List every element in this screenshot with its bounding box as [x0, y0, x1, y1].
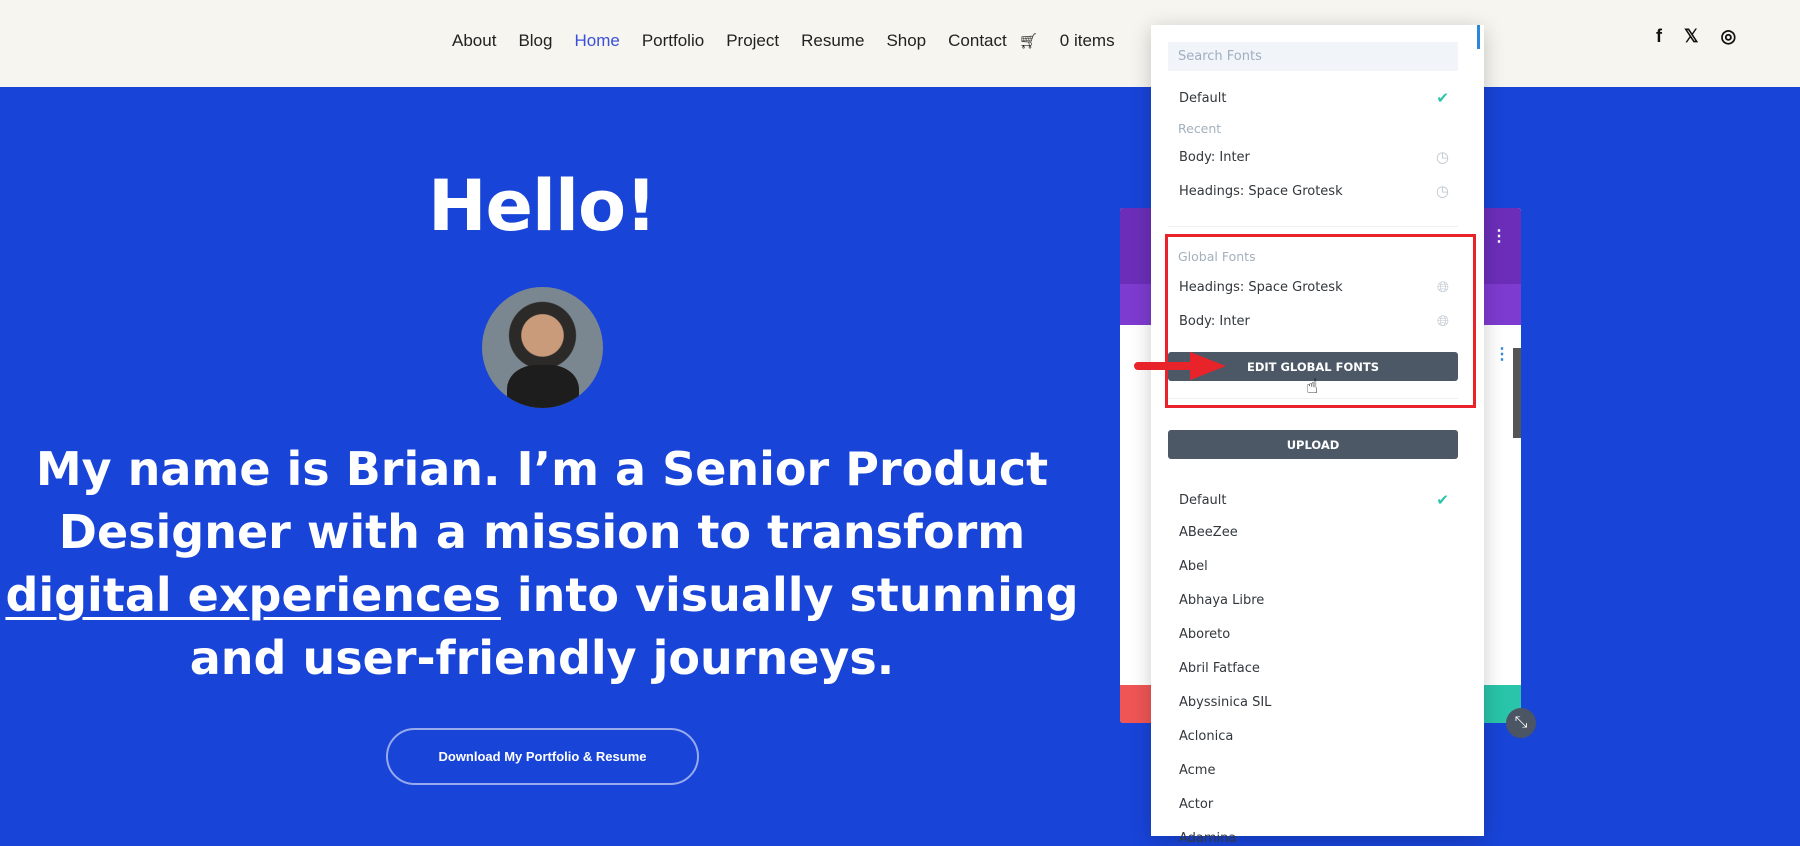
cart-link[interactable]: 🛒︎ 0 items	[1019, 31, 1137, 51]
hero-line: digital experiences into visually stunni…	[0, 564, 1084, 627]
red-arrow-annotation	[1134, 352, 1226, 380]
nav-home[interactable]: Home	[574, 31, 619, 51]
font-option-default[interactable]: Default ✔	[1179, 89, 1449, 107]
font-label: Acme	[1179, 763, 1216, 778]
clock-icon: ◷	[1435, 182, 1449, 200]
resize-icon[interactable]: ⤡	[1506, 708, 1536, 738]
font-option[interactable]: Aclonica	[1179, 729, 1449, 744]
check-icon: ✔	[1436, 89, 1449, 107]
font-dropdown: Default ✔ Recent Body: Inter ◷ Headings: S…	[1151, 25, 1484, 846]
facebook-icon[interactable]: f	[1656, 26, 1662, 47]
hero-line: Designer with a mission to transform	[58, 505, 1026, 559]
font-option[interactable]: Adamina	[1179, 831, 1449, 846]
font-label: Default	[1179, 492, 1227, 508]
font-option[interactable]: Abhaya Libre	[1179, 593, 1449, 608]
font-option[interactable]: Acme	[1179, 763, 1449, 778]
font-label: Headings: Space Grotesk	[1179, 183, 1343, 199]
font-label: Aboreto	[1179, 627, 1231, 642]
recent-font[interactable]: Headings: Space Grotesk ◷	[1179, 182, 1449, 200]
nav-resume[interactable]: Resume	[801, 31, 864, 51]
highlight-box	[1165, 234, 1476, 408]
font-label: Aclonica	[1179, 729, 1234, 744]
digital-experiences-link[interactable]: digital experiences	[5, 568, 500, 622]
scrollbar[interactable]	[1477, 25, 1480, 49]
nav-contact[interactable]: Contact	[948, 31, 1007, 51]
instagram-icon[interactable]: ◎	[1721, 26, 1737, 47]
nav-blog[interactable]: Blog	[518, 31, 552, 51]
font-label: Actor	[1179, 797, 1214, 812]
hand-cursor-icon: ☝︎	[1306, 376, 1319, 398]
cart-icon: 🛒︎	[1018, 32, 1038, 50]
search-fonts-input[interactable]	[1168, 42, 1458, 71]
upload-button[interactable]: UPLOAD	[1168, 430, 1458, 459]
download-portfolio-button[interactable]: Download My Portfolio & Resume	[386, 728, 699, 785]
font-label: Abril Fatface	[1179, 661, 1260, 676]
more-options-icon[interactable]: ⋮	[1494, 344, 1510, 364]
recent-label: Recent	[1178, 121, 1222, 136]
x-icon[interactable]: 𝕏	[1684, 26, 1699, 47]
scrollbar[interactable]	[1513, 348, 1521, 438]
font-label: Abyssinica SIL	[1179, 695, 1272, 710]
font-label: Body: Inter	[1179, 149, 1250, 165]
hero-line-rest: into visually stunning	[500, 568, 1079, 622]
nav-portfolio[interactable]: Portfolio	[642, 31, 704, 51]
cart-count: 0 items	[1059, 30, 1115, 50]
avatar	[482, 287, 603, 408]
check-icon: ✔	[1436, 491, 1449, 509]
hero-text: My name is Brian. I’m a Senior Product D…	[0, 438, 1084, 690]
font-option[interactable]: Abyssinica SIL	[1179, 695, 1449, 710]
hero-title: Hello!	[427, 165, 657, 247]
font-option[interactable]: Abril Fatface	[1179, 661, 1449, 676]
font-option[interactable]: Aboreto	[1179, 627, 1449, 642]
site-header: About Blog Home Portfolio Project Resume…	[0, 0, 1800, 87]
hero-line: and user-friendly journeys.	[189, 631, 895, 685]
hero-line: My name is Brian. I’m a Senior Product	[35, 442, 1049, 496]
font-label: Adamina	[1179, 831, 1237, 846]
font-option[interactable]: ABeeZee	[1179, 525, 1449, 540]
font-label: Default	[1179, 90, 1227, 106]
font-option[interactable]: Abel	[1179, 559, 1449, 574]
font-option[interactable]: Actor	[1179, 797, 1449, 812]
more-options-icon[interactable]: ⋮	[1491, 226, 1507, 246]
nav-shop[interactable]: Shop	[886, 31, 926, 51]
font-label: Abel	[1179, 559, 1208, 574]
nav-project[interactable]: Project	[726, 31, 779, 51]
font-label: ABeeZee	[1179, 525, 1238, 540]
recent-font[interactable]: Body: Inter ◷	[1179, 148, 1449, 166]
social-links: f 𝕏 ◎	[1656, 26, 1736, 47]
main-nav: About Blog Home Portfolio Project Resume…	[452, 30, 1194, 51]
font-option[interactable]: Default ✔	[1179, 491, 1449, 509]
font-label: Abhaya Libre	[1179, 593, 1265, 608]
nav-about[interactable]: About	[452, 31, 496, 51]
clock-icon: ◷	[1435, 148, 1449, 166]
